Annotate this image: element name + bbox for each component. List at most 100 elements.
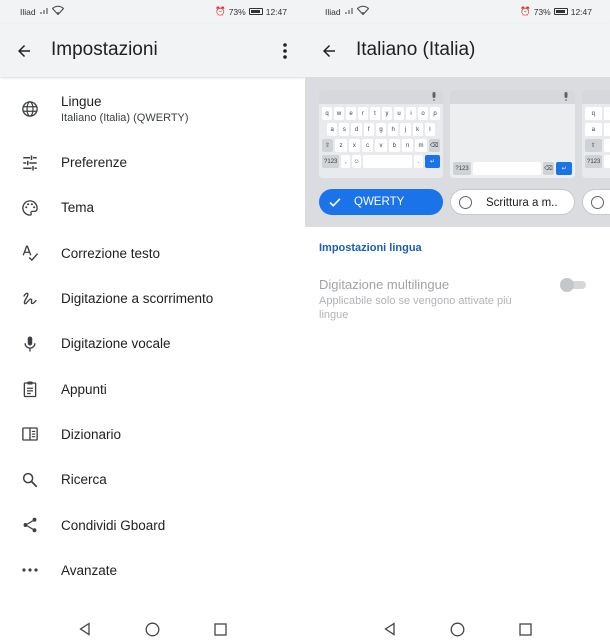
key: w (603, 107, 610, 120)
menu-item-lingue[interactable]: Lingue Italiano (Italia) (QWERTY) (0, 77, 305, 140)
alarm-icon: ⏰ (520, 6, 531, 16)
layout-option-qwerty[interactable]: QWERTY (319, 189, 443, 215)
carrier-label: Iliad (325, 7, 341, 17)
key: a (327, 123, 338, 136)
menu-item-label: Digitazione a scorrimento (61, 291, 214, 307)
key: a (585, 123, 602, 136)
key: t (370, 107, 380, 120)
menu-item-digitazione-scorrimento[interactable]: Digitazione a scorrimento (0, 276, 305, 321)
emoji-icon: ☺ (352, 155, 361, 168)
menu-item-label: Preferenze (61, 155, 128, 171)
key: q (585, 107, 602, 120)
nav-back-icon[interactable] (381, 620, 399, 638)
menu-item-tema[interactable]: Tema (0, 185, 305, 230)
nav-home-icon[interactable] (143, 620, 161, 638)
key: s (339, 123, 350, 136)
signal-icon (345, 8, 353, 14)
back-arrow-icon[interactable] (12, 39, 36, 63)
nav-home-icon[interactable] (448, 620, 466, 638)
menu-item-appunti[interactable]: Appunti (0, 366, 305, 411)
menu-item-digitazione-vocale[interactable]: Digitazione vocale (0, 321, 305, 366)
key: , (341, 155, 351, 168)
key: c (361, 139, 374, 152)
battery-percent: 73% (228, 6, 246, 17)
mic-icon (564, 92, 568, 101)
key: l (424, 123, 435, 136)
menu-item-condividi-gboard[interactable]: Condividi Gboard (0, 502, 305, 547)
menu-item-dizionario[interactable]: Dizionario (0, 412, 305, 457)
key: ⌫ (428, 139, 440, 152)
layout-option-label: QWERTY (354, 196, 405, 208)
carrier-label: Iliad (20, 7, 36, 17)
menu-item-ricerca[interactable]: Ricerca (0, 457, 305, 502)
key: ⇧ (322, 139, 334, 152)
enter-icon: ↵ (556, 162, 572, 175)
nav-recents-icon[interactable] (211, 620, 229, 638)
clock: 12:47 (265, 6, 287, 17)
radio-icon (591, 196, 604, 209)
palette-icon (20, 198, 40, 218)
clipboard-icon (20, 379, 40, 399)
battery-icon (248, 8, 263, 15)
settings-menu: Lingue Italiano (Italia) (QWERTY) Prefer… (0, 77, 305, 593)
key: u (394, 107, 404, 120)
key-row-bottom: ?123 ⌫ ↵ (450, 162, 575, 175)
key: ⇧ (585, 139, 602, 152)
key: s (603, 123, 610, 136)
signal-icon (40, 8, 48, 14)
nav-back-icon[interactable] (76, 620, 94, 638)
wifi-icon (357, 5, 369, 15)
key: r (358, 107, 368, 120)
key: x (348, 139, 360, 152)
menu-item-avanzate[interactable]: Avanzate (0, 548, 305, 593)
menu-item-label: Dizionario (61, 426, 122, 442)
status-bar: Iliad ⏰ 73% 12:47 (0, 0, 305, 24)
handwriting-preview[interactable]: ?123 ⌫ ↵ (450, 90, 575, 178)
battery-icon (553, 8, 568, 15)
key: i (406, 107, 416, 120)
share-icon (20, 515, 40, 535)
layout-option-partial[interactable] (582, 189, 610, 215)
key: ?123 (453, 162, 472, 175)
key-row-4: ?123 , ☺ . ↵ (319, 155, 443, 168)
layout-preview-partial[interactable]: q w e a s d ⇧ z x ?123 (582, 90, 610, 178)
key-row-3: ⇧ z x (582, 139, 610, 152)
key: q (322, 107, 332, 120)
multilingual-toggle[interactable] (560, 278, 588, 292)
section-title: Impostazioni lingua (319, 242, 422, 254)
menu-item-label: Condividi Gboard (61, 517, 166, 533)
globe-icon (20, 99, 40, 119)
layout-option-handwriting[interactable]: Scrittura a m.. (450, 189, 575, 215)
menu-item-label: Avanzate (61, 562, 118, 578)
multilingual-title: Digitazione multilingue (319, 277, 450, 292)
key-row-2: a s d (582, 123, 610, 136)
sliders-icon (20, 153, 40, 173)
backspace-icon: ⌫ (542, 162, 555, 175)
qwerty-preview[interactable]: q w e r t y u i o p a s d f g h j k l ⇧ … (319, 90, 443, 178)
menu-item-correzione-testo[interactable]: Correzione testo (0, 231, 305, 276)
radio-icon (459, 196, 472, 209)
back-arrow-icon[interactable] (317, 39, 341, 63)
key: g (375, 123, 387, 136)
layout-option-label: Scrittura a m.. (486, 197, 558, 209)
mic-icon (20, 334, 40, 354)
overflow-menu-icon[interactable] (277, 39, 293, 63)
nav-recents-icon[interactable] (516, 620, 534, 638)
key: w (334, 107, 344, 120)
key: p (430, 107, 440, 120)
status-bar: Iliad ⏰ 73% 12:47 (305, 0, 610, 24)
key: j (400, 123, 411, 136)
search-icon (20, 470, 40, 490)
spacebar-key (604, 155, 610, 168)
key: h (388, 123, 399, 136)
system-nav-bar (0, 614, 305, 644)
key-row-4: ?123 (582, 155, 610, 168)
key: o (418, 107, 428, 120)
page-title: Impostazioni (51, 39, 158, 60)
key: b (388, 139, 400, 152)
wifi-icon (52, 5, 64, 15)
more-horizontal-icon (20, 560, 40, 580)
toggle-thumb (560, 278, 574, 292)
menu-item-preferenze[interactable]: Preferenze (0, 140, 305, 185)
key: z (603, 139, 610, 152)
